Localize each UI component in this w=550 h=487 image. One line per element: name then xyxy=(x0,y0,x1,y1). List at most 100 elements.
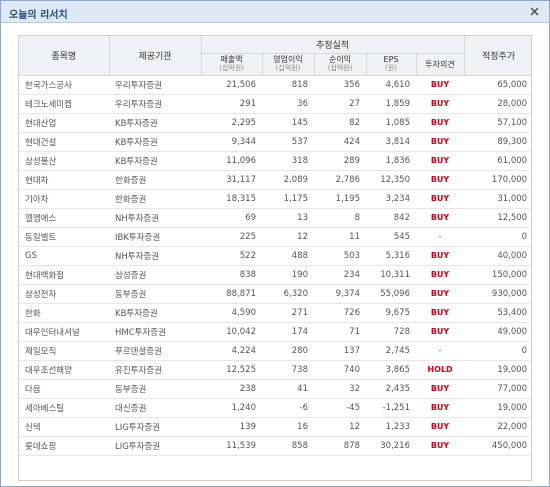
operating-income-cell: 818 xyxy=(262,75,314,95)
opinion-cell: BUY xyxy=(416,113,465,133)
header-net-income: 순이익 (십억원) xyxy=(314,53,367,76)
table-row[interactable]: 한화 KB투자증권 4,590 271 726 9,675 BUY 53,400 xyxy=(19,303,531,323)
table-row[interactable]: 다음 동부증권 238 41 32 2,435 BUY 77,000 xyxy=(19,379,531,399)
broker-cell: LIG투자증권 xyxy=(109,417,201,437)
target-price-cell: 53,400 xyxy=(464,303,531,323)
opinion-cell: BUY xyxy=(416,379,465,399)
target-price-cell: 0 xyxy=(464,227,531,247)
net-income-cell: 32 xyxy=(314,379,366,399)
target-price-cell: 19,000 xyxy=(464,398,531,418)
operating-income-cell: 738 xyxy=(262,360,314,380)
table-row[interactable]: 테크노세미켐 우리투자증권 291 36 27 1,859 BUY 28,000 xyxy=(19,94,531,114)
table-body: 한국가스공사 우리투자증권 21,506 818 356 4,610 BUY 65,000 테크… xyxy=(19,75,531,456)
target-price-cell: 22,000 xyxy=(464,417,531,437)
revenue-cell: 12,525 xyxy=(201,360,262,380)
table-row[interactable]: 동일벨트 IBK투자증권 225 12 11 545-0 xyxy=(19,227,531,247)
operating-income-cell: 6,320 xyxy=(262,284,314,304)
table-row[interactable]: GS NH투자증권 522 488 503 5,316 BUY 40,000 xyxy=(19,246,531,266)
broker-cell: 대신증권 xyxy=(109,398,201,418)
header-broker: 제공기관 xyxy=(109,36,202,76)
eps-cell: 1,085 xyxy=(366,113,416,133)
net-income-cell: 289 xyxy=(314,151,366,171)
operating-income-cell: 13 xyxy=(262,208,314,228)
table-row[interactable]: 기아차 한화증권 18,315 1,175 1,195 3,234 BUY 31,000 xyxy=(19,189,531,209)
header-opinion: 투자의견 xyxy=(416,53,465,76)
target-price-cell: 61,000 xyxy=(464,151,531,171)
eps-cell: 3,865 xyxy=(366,360,416,380)
target-price-cell: 89,300 xyxy=(464,132,531,152)
eps-cell: 5,316 xyxy=(366,246,416,266)
target-price-cell: 65,000 xyxy=(464,75,531,95)
window-titlebar: 오늘의 리서치 xyxy=(1,1,549,23)
eps-cell: 1,233 xyxy=(366,417,416,437)
broker-cell: 우리투자증권 xyxy=(109,94,201,114)
broker-cell: NH투자증권 xyxy=(109,208,201,228)
revenue-cell: 238 xyxy=(201,379,262,399)
stock-name-cell: 한화 xyxy=(19,303,109,323)
header-eps-unit: (원) xyxy=(385,64,397,72)
stock-name-cell: 삼성물산 xyxy=(19,151,109,171)
table-row[interactable]: 제일모직 푸르덴셜증권 4,224 280 137 2,745-0 xyxy=(19,341,531,361)
stock-name-cell: 엘엠에스 xyxy=(19,208,109,228)
table-row[interactable]: 세아베스틸 대신증권 1,240 -6 -45 -1,251 BUY 19,000 xyxy=(19,398,531,418)
opinion-cell: BUY xyxy=(416,208,465,228)
revenue-cell: 31,117 xyxy=(201,170,262,190)
table-row[interactable]: 신텍 LIG투자증권 139 16 12 1,233 BUY 22,000 xyxy=(19,417,531,437)
broker-cell: KB투자증권 xyxy=(109,132,201,152)
broker-cell: IBK투자증권 xyxy=(109,227,201,247)
target-price-cell: 28,000 xyxy=(464,94,531,114)
broker-cell: NH투자증권 xyxy=(109,246,201,266)
operating-income-cell: 537 xyxy=(262,132,314,152)
table-row[interactable]: 삼성전자 동부증권 88,871 6,320 9,374 55,096 BUY 930,000 xyxy=(19,284,531,304)
header-revenue: 매출액 (십억원) xyxy=(201,53,263,76)
stock-name-cell: 대우조선해양 xyxy=(19,360,109,380)
stock-name-cell: 제일모직 xyxy=(19,341,109,361)
table-row[interactable]: 현대산업 KB투자증권 2,295 145 82 1,085 BUY 57,100 xyxy=(19,113,531,133)
net-income-cell: 11 xyxy=(314,227,366,247)
table-row[interactable]: 대우조선해양 유진투자증권 12,525 738 740 3,865 HOLD 19,000 xyxy=(19,360,531,380)
table-row[interactable]: 현대백화점 삼성증권 838 190 234 10,311 BUY 150,000 xyxy=(19,265,531,285)
net-income-cell: 878 xyxy=(314,436,366,456)
table-row[interactable]: 대우인터내셔널 HMC투자증권 10,042 174 71 728 BUY 49,000 xyxy=(19,322,531,342)
target-price-cell: 57,100 xyxy=(464,113,531,133)
close-icon[interactable] xyxy=(528,5,541,18)
research-table-container: 종목명 제공기관 추정실적 적정주가 매출액 (십억원) 영업이익 (십억원) 순이… xyxy=(18,35,532,481)
net-income-cell: 740 xyxy=(314,360,366,380)
broker-cell: KB투자증권 xyxy=(109,303,201,323)
revenue-cell: 838 xyxy=(201,265,262,285)
target-price-cell: 930,000 xyxy=(464,284,531,304)
opinion-cell: BUY xyxy=(416,322,465,342)
net-income-cell: 8 xyxy=(314,208,366,228)
table-row[interactable]: 한국가스공사 우리투자증권 21,506 818 356 4,610 BUY 65,000 xyxy=(19,75,531,95)
target-price-cell: 49,000 xyxy=(464,322,531,342)
net-income-cell: 1,195 xyxy=(314,189,366,209)
opinion-cell: BUY xyxy=(416,189,465,209)
opinion-cell: BUY xyxy=(416,265,465,285)
revenue-cell: 21,506 xyxy=(201,75,262,95)
table-row[interactable]: 엘엠에스 NH투자증권 69 13 8 842 BUY 12,500 xyxy=(19,208,531,228)
broker-cell: 유진투자증권 xyxy=(109,360,201,380)
eps-cell: -1,251 xyxy=(366,398,416,418)
stock-name-cell: 세아베스틸 xyxy=(19,398,109,418)
window-title: 오늘의 리서치 xyxy=(9,10,68,21)
revenue-cell: 1,240 xyxy=(201,398,262,418)
opinion-cell: BUY xyxy=(416,132,465,152)
eps-cell: 10,311 xyxy=(366,265,416,285)
revenue-cell: 88,871 xyxy=(201,284,262,304)
stock-name-cell: 기아차 xyxy=(19,189,109,209)
table-row[interactable]: 삼성물산 KB투자증권 11,096 318 289 1,836 BUY 61,000 xyxy=(19,151,531,171)
stock-name-cell: 현대차 xyxy=(19,170,109,190)
broker-cell: 동부증권 xyxy=(109,284,201,304)
eps-cell: 30,216 xyxy=(366,436,416,456)
table-row[interactable]: 롯데쇼핑 LIG투자증권 11,539 858 878 30,216 BUY 450,000 xyxy=(19,436,531,456)
header-eps: EPS (원) xyxy=(366,53,417,76)
table-row[interactable]: 현대차 한화증권 31,117 2,089 2,786 12,350 BUY 170,000 xyxy=(19,170,531,190)
revenue-cell: 291 xyxy=(201,94,262,114)
target-price-cell: 19,000 xyxy=(464,360,531,380)
operating-income-cell: 12 xyxy=(262,227,314,247)
table-row[interactable]: 현대건설 KB투자증권 9,344 537 424 3,814 BUY 89,300 xyxy=(19,132,531,152)
header-net-income-label: 순이익 xyxy=(328,55,352,64)
net-income-cell: 503 xyxy=(314,246,366,266)
revenue-cell: 10,042 xyxy=(201,322,262,342)
broker-cell: LIG투자증권 xyxy=(109,436,201,456)
